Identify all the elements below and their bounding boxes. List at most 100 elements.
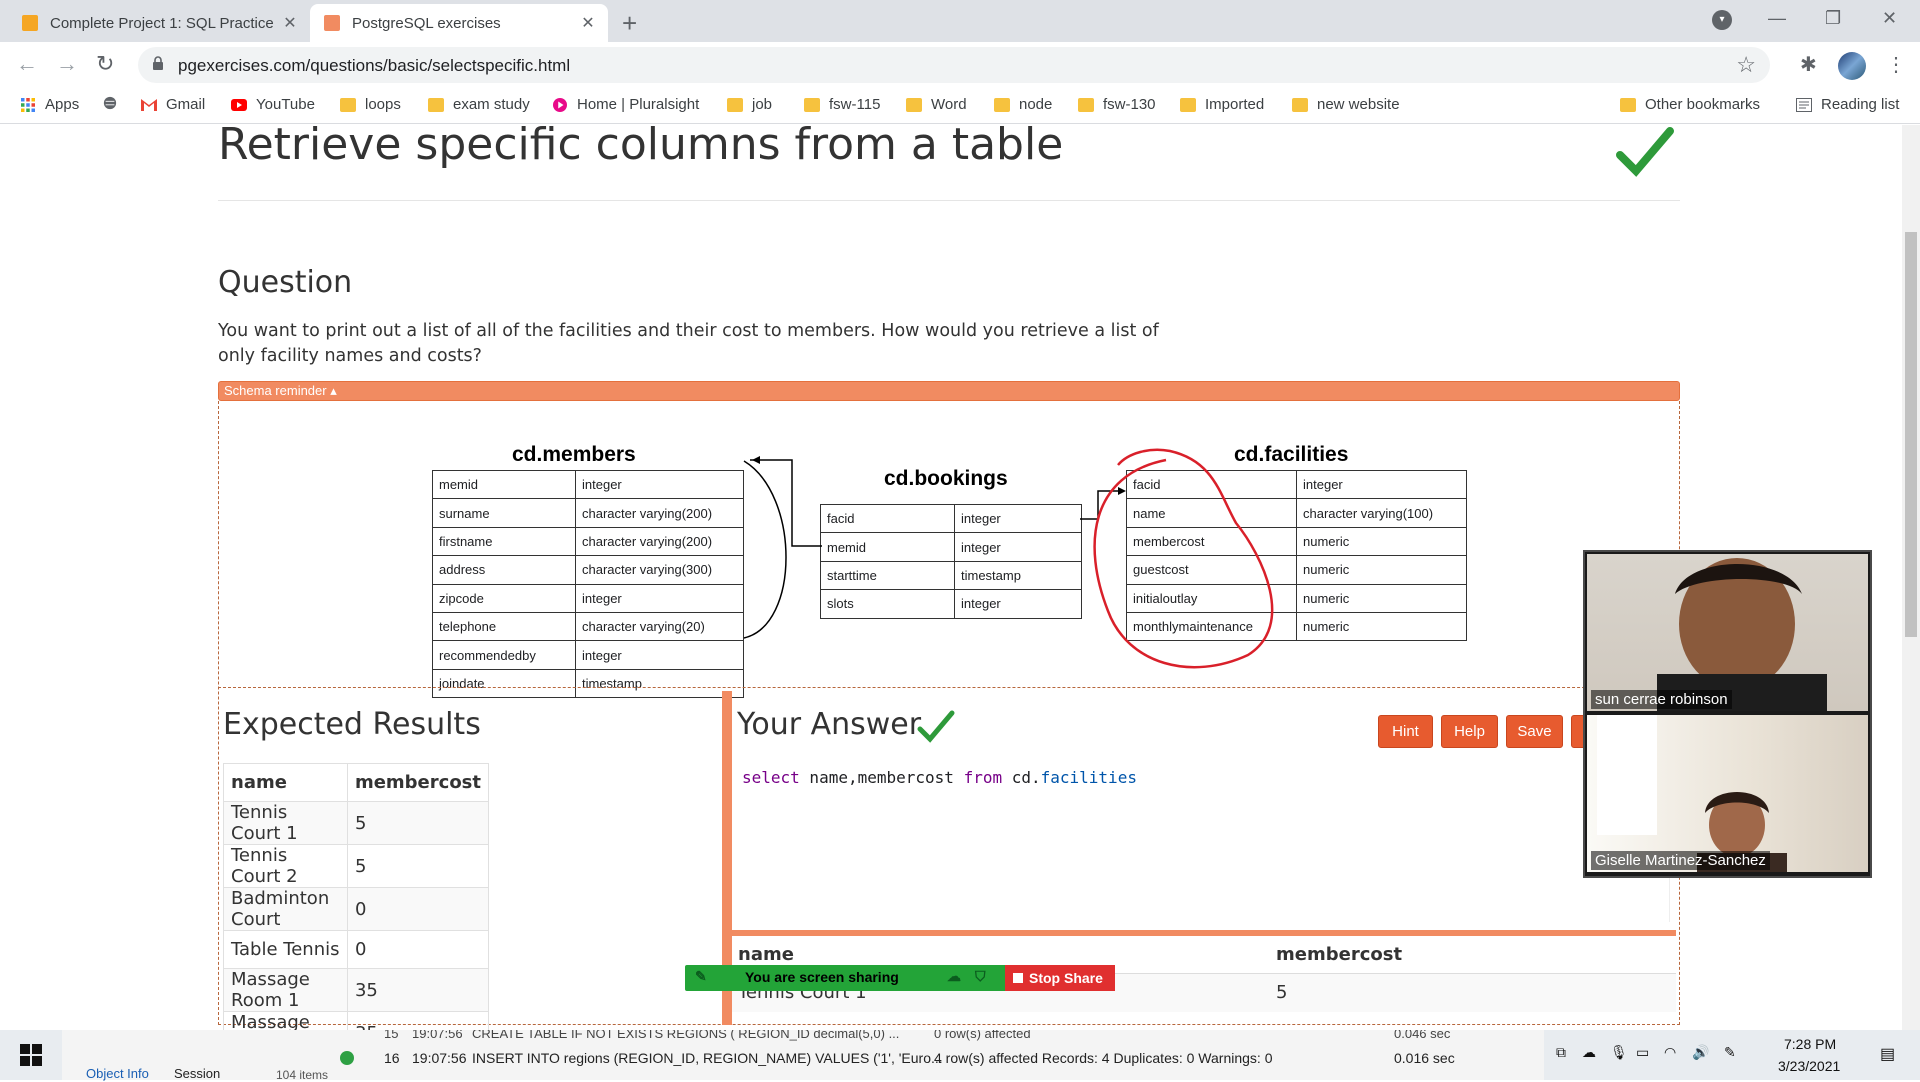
drag-handle-icon[interactable]: ✎ (695, 968, 707, 985)
url-text: pgexercises.com/questions/basic/selectsp… (178, 56, 571, 75)
bookmark-label: exam study (453, 96, 530, 113)
bookmark-label: fsw-130 (1103, 96, 1156, 113)
participant-video-tile[interactable]: Giselle Martinez-Sanchez (1587, 715, 1868, 872)
browser-tab-pgexercises[interactable]: PostgreSQL exercises ✕ (310, 4, 608, 42)
tab-search-icon[interactable]: ▾ (1712, 10, 1732, 30)
wifi-icon[interactable]: ◠ (1664, 1044, 1676, 1061)
address-bar[interactable]: pgexercises.com/questions/basic/selectsp… (138, 47, 1770, 83)
restore-window-icon[interactable]: ❐ (1825, 8, 1841, 29)
gmail-icon (141, 98, 157, 111)
sql-table: facilities (1040, 768, 1137, 787)
red-circle-annotation (1093, 448, 1274, 669)
meet-now-icon[interactable]: ⧉ (1556, 1044, 1566, 1061)
onedrive-cloud-icon[interactable]: ☁ (1582, 1044, 1596, 1061)
notifications-icon[interactable]: ▤ (1880, 1044, 1895, 1064)
clock-date[interactable]: 3/23/2021 (1778, 1058, 1840, 1074)
participant-portrait-image (1657, 558, 1827, 711)
pen-icon[interactable]: ✎ (1724, 1044, 1736, 1061)
scrollbar-thumb[interactable] (1905, 232, 1917, 637)
microphone-icon[interactable]: 🎙 (1610, 1044, 1628, 1061)
battery-icon[interactable]: ▭ (1636, 1044, 1649, 1061)
start-button[interactable] (0, 1030, 62, 1080)
bookmark-label: new website (1317, 96, 1400, 113)
back-arrow-icon[interactable]: ← (16, 51, 38, 77)
stop-share-label: Stop Share (1029, 970, 1103, 986)
folder-icon (727, 97, 743, 112)
bookmark-globe[interactable] (102, 96, 127, 110)
close-tab-icon[interactable]: ✕ (280, 13, 300, 33)
bookmark-new-website[interactable]: new website (1292, 96, 1400, 113)
bookmark-apps[interactable]: Apps (20, 96, 79, 113)
new-tab-plus-icon[interactable]: + (622, 8, 637, 39)
page-scrollbar[interactable] (1902, 125, 1920, 1030)
bookmark-job[interactable]: job (727, 96, 772, 113)
folder-icon (1180, 97, 1196, 112)
save-button[interactable]: Save (1506, 715, 1563, 748)
sql-editor[interactable]: select name,membercost from cd.facilitie… (732, 760, 1670, 922)
output-cell: 5 (1276, 982, 1288, 1003)
bookmark-youtube[interactable]: YouTube (231, 96, 315, 113)
bookmarks-bar: Apps Gmail YouTube loops exam study Home… (0, 88, 1920, 124)
globe-icon (103, 96, 117, 110)
windows-taskbar: ⧉ ☁ 🎙 ▭ ◠ 🔊 ✎ 7:28 PM 3/23/2021 ▤ (0, 1030, 1920, 1080)
extensions-puzzle-icon[interactable]: ✱ (1800, 52, 1817, 77)
participant-video-tile[interactable]: sun cerrae robinson (1587, 554, 1868, 711)
reload-icon[interactable]: ↻ (96, 51, 114, 77)
youtube-icon (231, 98, 247, 111)
bookmark-fsw-115[interactable]: fsw-115 (804, 96, 880, 113)
sql-keyword: from (963, 768, 1003, 787)
table-row: Tennis Court 15 (223, 801, 490, 845)
answer-correct-check-icon (917, 710, 955, 743)
tab-favicon-icon (22, 15, 38, 31)
bookmark-node[interactable]: node (994, 96, 1052, 113)
members-recommendedby-fk-line (743, 460, 787, 639)
bookmark-exam-study[interactable]: exam study (428, 96, 530, 113)
clock-time[interactable]: 7:28 PM (1784, 1036, 1836, 1052)
bookmark-star-icon[interactable]: ☆ (1736, 52, 1756, 78)
participant-name-label: Giselle Martinez-Sanchez (1591, 851, 1770, 870)
fk-arrowhead (752, 456, 760, 464)
reading-list-button[interactable]: Reading list (1796, 96, 1899, 113)
bookmark-other-bookmarks[interactable]: Other bookmarks (1620, 96, 1760, 113)
folder-icon (1292, 97, 1308, 112)
bookmark-label: Imported (1205, 96, 1265, 113)
lock-icon (153, 56, 163, 70)
bookmark-word[interactable]: Word (906, 96, 967, 113)
close-window-icon[interactable]: ✕ (1882, 8, 1897, 29)
help-button[interactable]: Help (1441, 715, 1498, 748)
volume-icon[interactable]: 🔊 (1692, 1044, 1709, 1061)
bookmark-gmail[interactable]: Gmail (141, 96, 205, 113)
folder-icon (340, 97, 356, 112)
profile-avatar[interactable] (1838, 52, 1866, 80)
sql-schema: cd. (1002, 768, 1041, 787)
close-tab-icon[interactable]: ✕ (578, 13, 598, 33)
bookmark-loops[interactable]: loops (340, 96, 401, 113)
screen-share-status: You are screen sharing (745, 969, 899, 985)
cloud-icon[interactable]: ☁ (947, 968, 961, 985)
bookmark-label: Other bookmarks (1645, 96, 1761, 113)
hint-button[interactable]: Hint (1378, 715, 1433, 748)
forward-arrow-icon[interactable]: → (56, 51, 78, 77)
tab-favicon-icon (324, 15, 340, 31)
bookmark-pluralsight[interactable]: Home | Pluralsight (552, 96, 699, 113)
table-row: Massage Room 1 35 (223, 968, 490, 1012)
tab-title: Complete Project 1: SQL Practice (50, 14, 274, 32)
table-row: Table Tennis 0 (223, 930, 490, 969)
browser-tab-sql-practice[interactable]: Complete Project 1: SQL Practice ✕ (8, 4, 310, 42)
table-row: Badminton Court 0 (223, 887, 490, 931)
bookmark-imported[interactable]: Imported (1180, 96, 1264, 113)
table-row: Tennis Court 25 (223, 844, 490, 888)
bookmark-fsw-130[interactable]: fsw-130 (1078, 96, 1156, 113)
browser-menu-icon[interactable]: ⋮ (1886, 52, 1906, 77)
tab-title: PostgreSQL exercises (352, 14, 501, 32)
bookmark-label: loops (365, 96, 401, 113)
minimize-window-icon[interactable]: — (1768, 8, 1786, 29)
expected-results-heading: Expected Results (223, 707, 481, 742)
bookmark-label: fsw-115 (829, 96, 881, 113)
video-participants-panel[interactable]: sun cerrae robinson Giselle Martinez-San… (1583, 550, 1872, 878)
folder-icon (428, 97, 444, 112)
bookmark-label: job (752, 96, 773, 113)
folder-icon (804, 97, 820, 112)
stop-share-button[interactable]: Stop Share (1005, 965, 1115, 991)
folder-icon (994, 97, 1010, 112)
